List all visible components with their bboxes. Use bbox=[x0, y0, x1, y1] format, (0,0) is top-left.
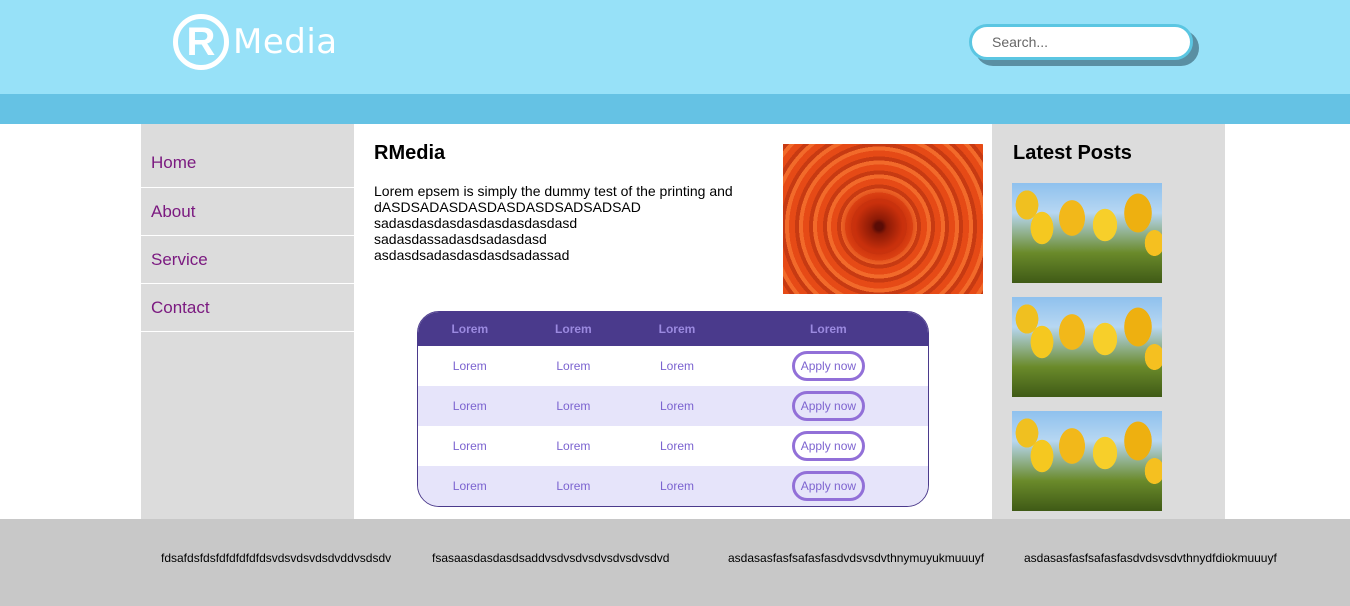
flower-image bbox=[783, 144, 983, 294]
post-thumbnail[interactable] bbox=[1012, 183, 1162, 283]
sidebar-item-service[interactable]: Service bbox=[141, 236, 354, 284]
table-cell: Lorem bbox=[659, 359, 694, 373]
search-box bbox=[969, 24, 1199, 66]
nav-strip bbox=[0, 94, 1350, 124]
table-row: Lorem Lorem Lorem Apply now bbox=[418, 386, 928, 426]
column-header: Lorem bbox=[555, 322, 592, 336]
table-row: Lorem Lorem Lorem Apply now bbox=[418, 426, 928, 466]
apply-now-button[interactable]: Apply now bbox=[791, 351, 866, 381]
apply-now-button[interactable]: Apply now bbox=[791, 431, 866, 461]
paragraph-line: sadasdasdasdasdasdasdasdasd bbox=[374, 215, 578, 231]
post-thumbnail[interactable] bbox=[1012, 297, 1162, 397]
apply-now-button[interactable]: Apply now bbox=[791, 471, 866, 501]
data-table: Lorem Lorem Lorem Lorem Lorem Lorem Lore… bbox=[417, 311, 929, 507]
table-cell: Lorem bbox=[659, 439, 694, 453]
column-header: Lorem bbox=[658, 322, 696, 336]
table-cell: Lorem bbox=[659, 479, 694, 493]
table-cell: Lorem bbox=[452, 479, 487, 493]
footer-text: asdasasfasfsafasfasdvdsvsdvthnymuyukmuuu… bbox=[728, 551, 985, 565]
table-cell: Lorem bbox=[659, 399, 694, 413]
sidebar-item-contact[interactable]: Contact bbox=[141, 284, 354, 332]
table-cell: Lorem bbox=[556, 479, 591, 493]
left-sidebar: Home About Service Contact bbox=[141, 124, 354, 519]
paragraph-line: Lorem epsem is simply the dummy test of … bbox=[374, 183, 733, 199]
table-cell: Lorem bbox=[556, 399, 591, 413]
table-row: Lorem Lorem Lorem Apply now bbox=[418, 466, 928, 506]
search-input[interactable] bbox=[969, 24, 1193, 60]
sidebar-item-home[interactable]: Home bbox=[141, 124, 354, 188]
table-row: Lorem Lorem Lorem Apply now bbox=[418, 346, 928, 386]
intro-paragraph: Lorem epsem is simply the dummy test of … bbox=[374, 183, 754, 263]
site-logo[interactable]: R Media bbox=[173, 14, 338, 70]
paragraph-line: dASDSADASDASDASDASDSADSADSAD bbox=[374, 199, 641, 215]
table-header: Lorem Lorem Lorem Lorem bbox=[418, 312, 928, 346]
footer-text: asdasasfasfsafasfasdvdsvsdvthnydfdiokmuu… bbox=[1024, 551, 1277, 565]
site-footer: fdsafdsfdsfdfdfdfdfdsvdsvdsvdsdvddvsdsdv… bbox=[0, 519, 1350, 606]
column-header: Lorem bbox=[810, 322, 847, 336]
table-cell: Lorem bbox=[556, 359, 591, 373]
table-cell: Lorem bbox=[452, 359, 487, 373]
paragraph-line: sadasdassadasdsadasdasd bbox=[374, 231, 547, 247]
table-cell: Lorem bbox=[452, 439, 487, 453]
paragraph-line: asdasdsadasdasdasdsadassad bbox=[374, 247, 570, 263]
right-sidebar: Latest Posts bbox=[992, 124, 1225, 519]
post-thumbnail[interactable] bbox=[1012, 411, 1162, 511]
sidebar-item-about[interactable]: About bbox=[141, 188, 354, 236]
site-header: R Media bbox=[0, 0, 1350, 94]
table-cell: Lorem bbox=[452, 399, 487, 413]
footer-text: fdsafdsfdsfdfdfdfdfdsvdsvdsvdsdvddvsdsdv bbox=[161, 551, 392, 565]
apply-now-button[interactable]: Apply now bbox=[791, 391, 866, 421]
table-cell: Lorem bbox=[556, 439, 591, 453]
main-content: RMedia Lorem epsem is simply the dummy t… bbox=[354, 124, 992, 519]
logo-text: Media bbox=[233, 22, 338, 62]
registered-logo-icon: R bbox=[173, 14, 229, 70]
latest-posts-title: Latest Posts bbox=[1013, 142, 1132, 164]
column-header: Lorem bbox=[451, 322, 489, 336]
footer-text: fsasaasdasdasdsaddvsdvsdvsdvsdvsdvsdvd bbox=[432, 551, 670, 565]
page-title: RMedia bbox=[374, 142, 446, 164]
